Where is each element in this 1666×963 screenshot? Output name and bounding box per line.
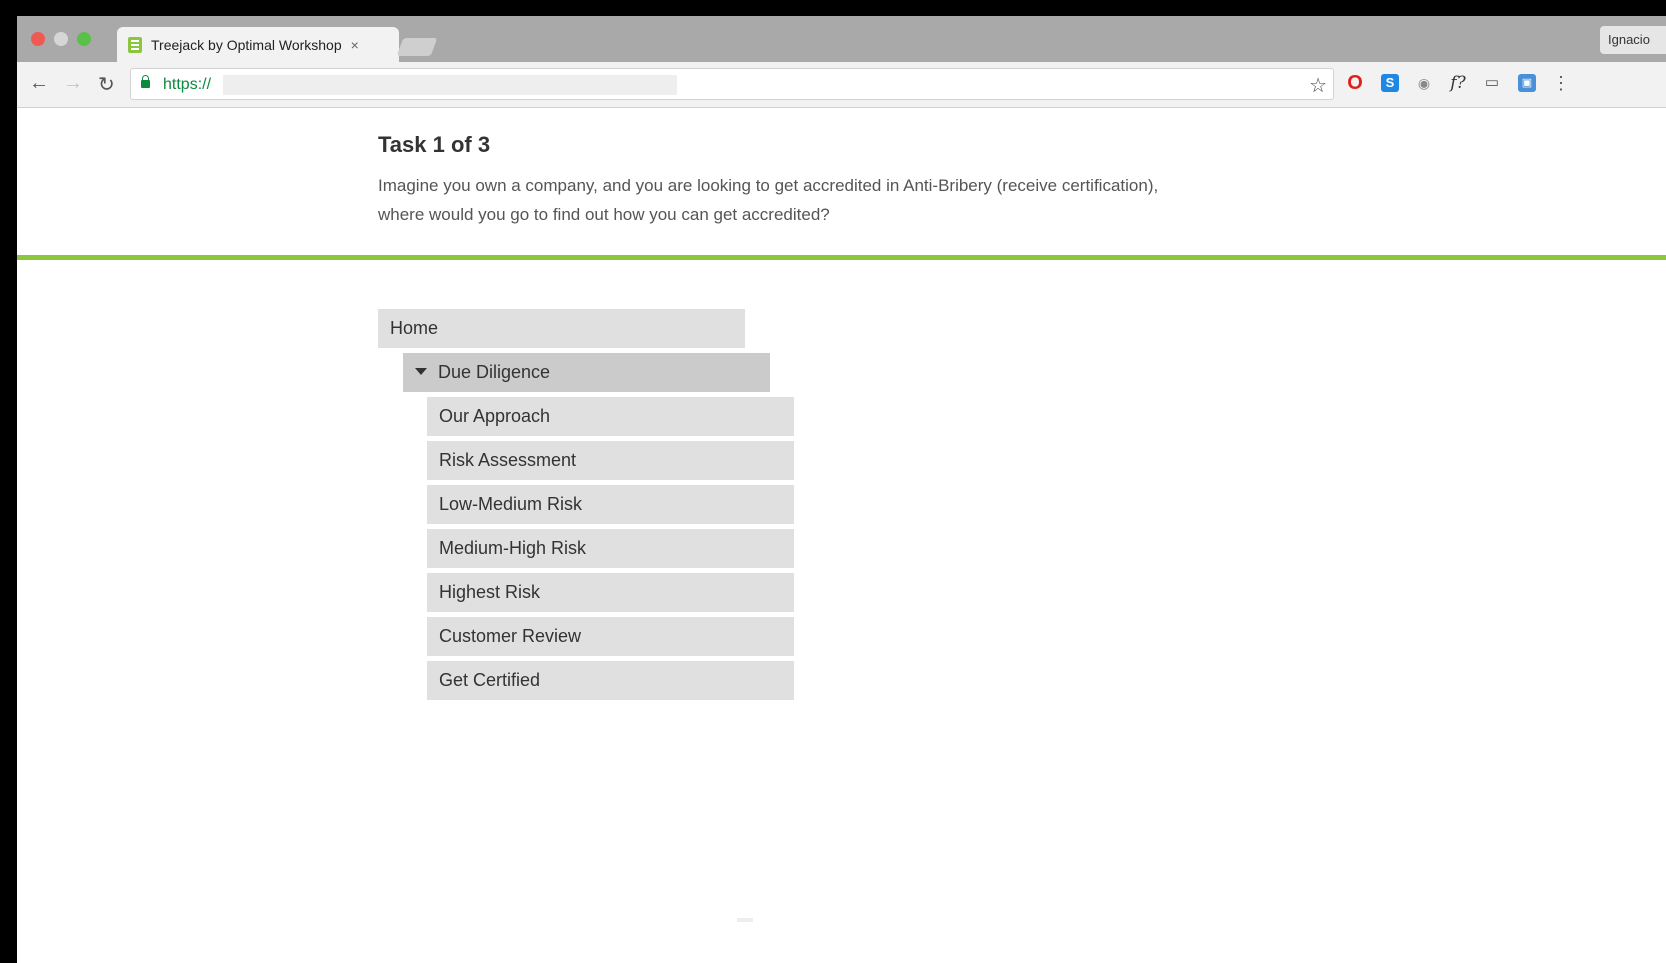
- tree-node-risk-assessment[interactable]: Risk Assessment: [427, 441, 794, 480]
- address-bar[interactable]: https:// ☆: [130, 68, 1334, 100]
- browser-window: Treejack by Optimal Workshop × Ignacio ←…: [17, 16, 1666, 963]
- minimize-window-button[interactable]: [54, 32, 68, 46]
- close-tab-icon[interactable]: ×: [351, 37, 359, 53]
- tree-node-highest-risk[interactable]: Highest Risk: [427, 573, 794, 612]
- cast-icon[interactable]: ▭: [1483, 74, 1501, 92]
- treejack-page: Task 1 of 3 Imagine you own a company, a…: [17, 108, 1666, 963]
- tree-node-medium-high-risk[interactable]: Medium-High Risk: [427, 529, 794, 568]
- bookmark-star-icon[interactable]: ☆: [1309, 73, 1327, 98]
- lock-icon: [141, 75, 150, 88]
- font-extension-icon[interactable]: f?: [1449, 74, 1467, 92]
- browser-tab[interactable]: Treejack by Optimal Workshop ×: [117, 27, 399, 62]
- tree-node-due-diligence[interactable]: Due Diligence: [403, 353, 770, 392]
- opera-extension-icon[interactable]: O: [1346, 73, 1364, 93]
- tree-node-get-certified[interactable]: Get Certified: [427, 661, 794, 700]
- tree-node-label: Due Diligence: [438, 362, 551, 382]
- close-window-button[interactable]: [31, 32, 45, 46]
- task-title: Task 1 of 3: [378, 132, 491, 157]
- blue-extension-icon[interactable]: ▣: [1518, 74, 1536, 92]
- forward-icon[interactable]: →: [63, 72, 83, 95]
- tree-node-our-approach[interactable]: Our Approach: [427, 397, 794, 436]
- window-controls: [31, 32, 91, 46]
- reload-icon[interactable]: ↻: [98, 72, 115, 97]
- profile-button[interactable]: Ignacio: [1600, 26, 1666, 54]
- task-description: Imagine you own a company, and you are l…: [378, 176, 1159, 224]
- back-icon[interactable]: ←: [29, 72, 49, 95]
- maximize-window-button[interactable]: [77, 32, 91, 46]
- new-tab-button[interactable]: [396, 38, 438, 56]
- menu-icon[interactable]: ⋮: [1552, 74, 1570, 92]
- url-text: https://: [163, 76, 212, 93]
- tab-strip: Treejack by Optimal Workshop × Ignacio: [17, 16, 1666, 62]
- caret-down-icon: [415, 367, 427, 375]
- s-extension-icon[interactable]: S: [1381, 74, 1399, 92]
- task-header: Task 1 of 3 Imagine you own a company, a…: [378, 132, 1178, 229]
- progress-divider: [17, 255, 1666, 260]
- browser-toolbar: ← → ↻ https:// ☆ O S ◉ f? ▭ ▣ ⋮: [17, 62, 1666, 108]
- tree-node-home[interactable]: Home: [378, 309, 745, 348]
- treejack-favicon-icon: [128, 36, 142, 53]
- footer-mark: [737, 918, 753, 922]
- camera-extension-icon[interactable]: ◉: [1415, 74, 1433, 92]
- tree-node-low-medium-risk[interactable]: Low-Medium Risk: [427, 485, 794, 524]
- tab-title: Treejack by Optimal Workshop: [151, 36, 342, 53]
- tree-node-customer-review[interactable]: Customer Review: [427, 617, 794, 656]
- redacted-url: [223, 75, 677, 95]
